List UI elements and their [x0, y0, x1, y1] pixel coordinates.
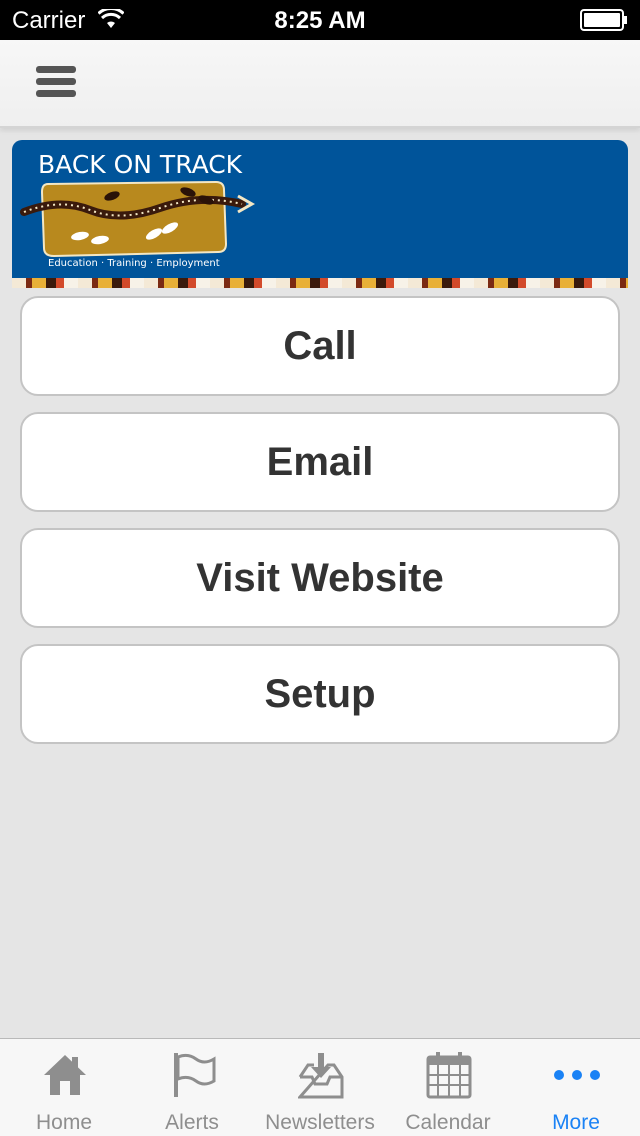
- setup-button[interactable]: Setup: [20, 644, 620, 744]
- action-list: Call Email Visit Website Setup: [20, 296, 620, 760]
- call-button[interactable]: Call: [20, 296, 620, 396]
- nav-bar: [0, 40, 640, 128]
- tab-alerts[interactable]: Alerts: [128, 1039, 256, 1136]
- download-tray-icon: [298, 1053, 344, 1099]
- home-icon: [44, 1055, 86, 1095]
- tab-home-label: Home: [35, 1111, 93, 1134]
- school-banner: BACK ON TRACK Education · Training · Emp…: [12, 140, 628, 288]
- footprints-logo: [20, 180, 256, 258]
- banner-tagline: Education · Training · Employment: [48, 258, 220, 269]
- tab-bar: Home Alerts Newsletters Calendar More: [0, 1038, 640, 1136]
- hamburger-menu-icon[interactable]: [36, 66, 76, 104]
- tab-more-label: More: [552, 1111, 600, 1134]
- flag-icon: [174, 1053, 216, 1097]
- tab-alerts-label: Alerts: [165, 1111, 219, 1134]
- tab-calendar[interactable]: Calendar: [384, 1039, 512, 1136]
- tab-more[interactable]: More: [512, 1039, 640, 1136]
- banner-artwork-strip: [12, 278, 628, 288]
- tab-home[interactable]: Home: [0, 1039, 128, 1136]
- more-dots-icon: [554, 1070, 600, 1080]
- status-bar: Carrier 8:25 AM: [0, 0, 640, 40]
- status-time: 8:25 AM: [274, 7, 366, 34]
- battery-icon: [580, 9, 627, 31]
- tab-newsletters-label: Newsletters: [265, 1111, 375, 1134]
- tab-newsletters[interactable]: Newsletters: [256, 1039, 384, 1136]
- calendar-icon: [426, 1052, 472, 1099]
- banner-title: BACK ON TRACK: [38, 150, 243, 179]
- tab-calendar-label: Calendar: [405, 1111, 491, 1134]
- visit-website-button[interactable]: Visit Website: [20, 528, 620, 628]
- email-button[interactable]: Email: [20, 412, 620, 512]
